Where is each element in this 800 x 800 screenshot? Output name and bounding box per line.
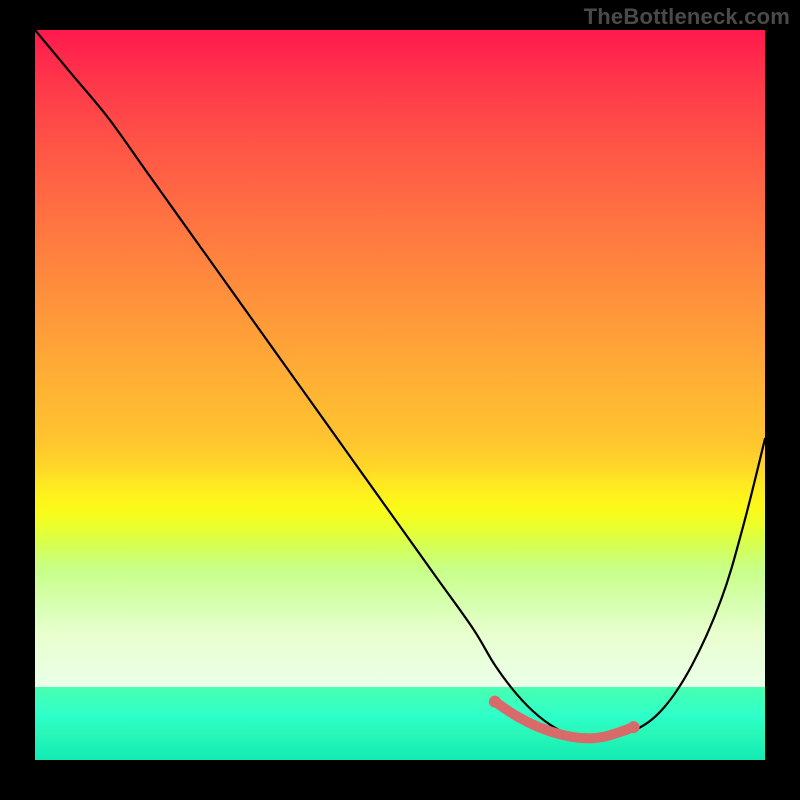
plot-area — [35, 30, 765, 760]
chart-wrapper: TheBottleneck.com — [0, 0, 800, 800]
optimal-range-end-dot — [628, 721, 640, 733]
optimal-range-start-dot — [489, 696, 501, 708]
watermark-text: TheBottleneck.com — [584, 4, 790, 30]
curve-svg — [35, 30, 765, 760]
optimal-range-marker — [495, 702, 634, 739]
bottleneck-curve — [35, 30, 765, 739]
